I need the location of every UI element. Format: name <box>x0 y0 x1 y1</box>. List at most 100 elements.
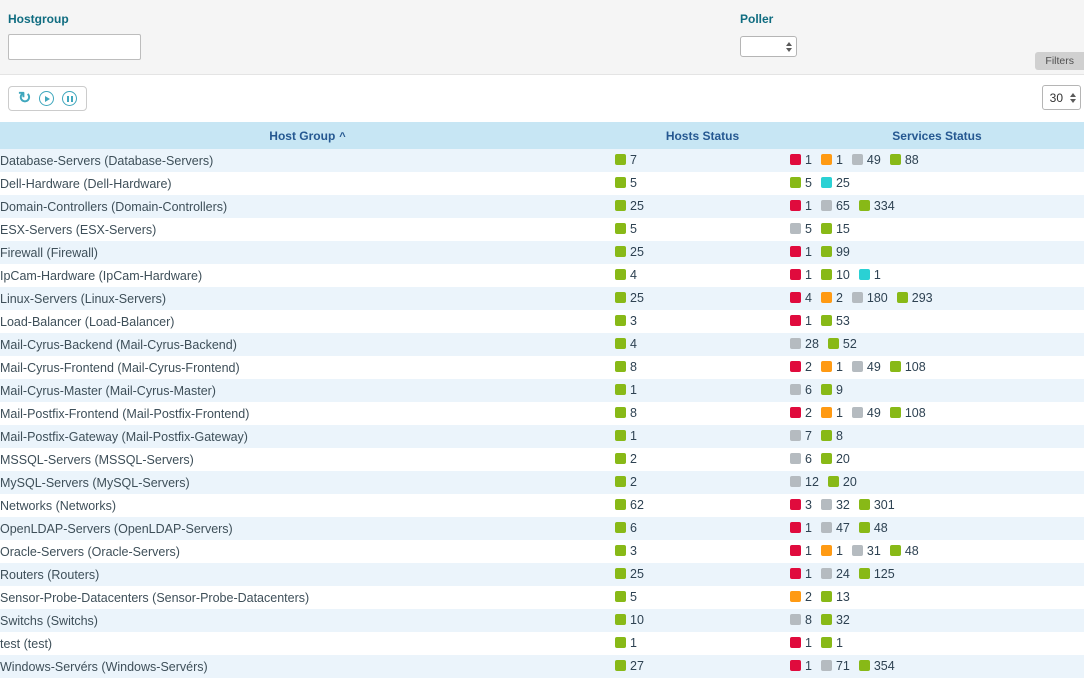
hostgroup-name[interactable]: Mail-Cyrus-Frontend (Mail-Cyrus-Frontend… <box>0 361 240 375</box>
status-badge-red[interactable]: 1 <box>790 567 812 581</box>
status-badge-green[interactable]: 125 <box>859 567 895 581</box>
filters-toggle-button[interactable]: Filters <box>1035 52 1084 70</box>
status-badge-gray[interactable]: 6 <box>790 383 812 397</box>
refresh-button[interactable]: ↻ <box>18 92 31 106</box>
status-badge-green[interactable]: 62 <box>615 498 644 512</box>
status-badge-green[interactable]: 4 <box>615 268 637 282</box>
status-badge-gray[interactable]: 7 <box>790 429 812 443</box>
status-badge-green[interactable]: 52 <box>828 337 857 351</box>
status-badge-green[interactable]: 7 <box>615 153 637 167</box>
status-badge-green[interactable]: 53 <box>821 314 850 328</box>
status-badge-green[interactable]: 99 <box>821 245 850 259</box>
status-badge-green[interactable]: 10 <box>821 268 850 282</box>
status-badge-green[interactable]: 2 <box>615 475 637 489</box>
hostgroup-name[interactable]: Firewall (Firewall) <box>0 246 98 260</box>
page-size-select[interactable]: 30 <box>1042 85 1081 110</box>
status-badge-gray[interactable]: 71 <box>821 659 850 673</box>
status-badge-green[interactable]: 5 <box>615 176 637 190</box>
status-badge-red[interactable]: 2 <box>790 406 812 420</box>
status-badge-green[interactable]: 5 <box>615 222 637 236</box>
status-badge-green[interactable]: 4 <box>615 337 637 351</box>
status-badge-orange[interactable]: 1 <box>821 544 843 558</box>
status-badge-green[interactable]: 20 <box>821 452 850 466</box>
hostgroup-name[interactable]: Networks (Networks) <box>0 499 116 513</box>
status-badge-green[interactable]: 25 <box>615 291 644 305</box>
status-badge-green[interactable]: 8 <box>615 406 637 420</box>
hostgroup-name[interactable]: test (test) <box>0 637 52 651</box>
status-badge-gray[interactable]: 12 <box>790 475 819 489</box>
status-badge-green[interactable]: 108 <box>890 360 926 374</box>
status-badge-red[interactable]: 1 <box>790 659 812 673</box>
status-badge-cyan[interactable]: 25 <box>821 176 850 190</box>
status-badge-green[interactable]: 10 <box>615 613 644 627</box>
status-badge-red[interactable]: 1 <box>790 314 812 328</box>
status-badge-orange[interactable]: 2 <box>790 590 812 604</box>
status-badge-green[interactable]: 354 <box>859 659 895 673</box>
status-badge-green[interactable]: 25 <box>615 199 644 213</box>
status-badge-green[interactable]: 15 <box>821 222 850 236</box>
hostgroup-name[interactable]: IpCam-Hardware (IpCam-Hardware) <box>0 269 202 283</box>
status-badge-green[interactable]: 1 <box>821 636 843 650</box>
status-badge-cyan[interactable]: 1 <box>859 268 881 282</box>
hostgroup-name[interactable]: MSSQL-Servers (MSSQL-Servers) <box>0 453 194 467</box>
status-badge-gray[interactable]: 49 <box>852 406 881 420</box>
hostgroup-name[interactable]: Domain-Controllers (Domain-Controllers) <box>0 200 227 214</box>
hostgroup-name[interactable]: Windows-Servérs (Windows-Servérs) <box>0 660 208 674</box>
status-badge-green[interactable]: 8 <box>821 429 843 443</box>
status-badge-red[interactable]: 1 <box>790 268 812 282</box>
status-badge-green[interactable]: 27 <box>615 659 644 673</box>
status-badge-green[interactable]: 301 <box>859 498 895 512</box>
status-badge-green[interactable]: 25 <box>615 567 644 581</box>
status-badge-green[interactable]: 8 <box>615 360 637 374</box>
hostgroup-name[interactable]: MySQL-Servers (MySQL-Servers) <box>0 476 190 490</box>
status-badge-red[interactable]: 4 <box>790 291 812 305</box>
status-badge-green[interactable]: 48 <box>890 544 919 558</box>
status-badge-gray[interactable]: 49 <box>852 153 881 167</box>
hostgroup-input[interactable] <box>8 34 141 60</box>
hostgroup-name[interactable]: Switchs (Switchs) <box>0 614 98 628</box>
hostgroup-name[interactable]: Sensor-Probe-Datacenters (Sensor-Probe-D… <box>0 591 309 605</box>
status-badge-green[interactable]: 1 <box>615 429 637 443</box>
status-badge-green[interactable]: 108 <box>890 406 926 420</box>
hostgroup-name[interactable]: Load-Balancer (Load-Balancer) <box>0 315 174 329</box>
status-badge-green[interactable]: 5 <box>615 590 637 604</box>
poller-select[interactable] <box>740 36 797 57</box>
status-badge-red[interactable]: 3 <box>790 498 812 512</box>
status-badge-red[interactable]: 1 <box>790 521 812 535</box>
header-hosts-status[interactable]: Hosts Status <box>615 122 790 149</box>
status-badge-orange[interactable]: 1 <box>821 153 843 167</box>
status-badge-green[interactable]: 32 <box>821 613 850 627</box>
status-badge-orange[interactable]: 1 <box>821 406 843 420</box>
status-badge-green[interactable]: 1 <box>615 383 637 397</box>
hostgroup-name[interactable]: Mail-Cyrus-Master (Mail-Cyrus-Master) <box>0 384 216 398</box>
status-badge-gray[interactable]: 5 <box>790 222 812 236</box>
status-badge-green[interactable]: 9 <box>821 383 843 397</box>
pause-button[interactable] <box>62 91 77 106</box>
hostgroup-name[interactable]: Linux-Servers (Linux-Servers) <box>0 292 166 306</box>
status-badge-red[interactable]: 1 <box>790 153 812 167</box>
status-badge-green[interactable]: 2 <box>615 452 637 466</box>
hostgroup-name[interactable]: Database-Servers (Database-Servers) <box>0 154 213 168</box>
status-badge-gray[interactable]: 32 <box>821 498 850 512</box>
status-badge-green[interactable]: 1 <box>615 636 637 650</box>
status-badge-red[interactable]: 2 <box>790 360 812 374</box>
status-badge-green[interactable]: 13 <box>821 590 850 604</box>
status-badge-orange[interactable]: 2 <box>821 291 843 305</box>
hostgroup-name[interactable]: Mail-Postfix-Frontend (Mail-Postfix-Fron… <box>0 407 249 421</box>
status-badge-green[interactable]: 20 <box>828 475 857 489</box>
hostgroup-name[interactable]: Mail-Cyrus-Backend (Mail-Cyrus-Backend) <box>0 338 237 352</box>
hostgroup-name[interactable]: OpenLDAP-Servers (OpenLDAP-Servers) <box>0 522 233 536</box>
status-badge-green[interactable]: 5 <box>790 176 812 190</box>
header-host-group[interactable]: Host Group^ <box>0 122 615 149</box>
status-badge-red[interactable]: 1 <box>790 544 812 558</box>
header-services-status[interactable]: Services Status <box>790 122 1084 149</box>
status-badge-red[interactable]: 1 <box>790 245 812 259</box>
status-badge-green[interactable]: 6 <box>615 521 637 535</box>
hostgroup-name[interactable]: ESX-Servers (ESX-Servers) <box>0 223 156 237</box>
status-badge-orange[interactable]: 1 <box>821 360 843 374</box>
status-badge-green[interactable]: 3 <box>615 544 637 558</box>
status-badge-gray[interactable]: 65 <box>821 199 850 213</box>
status-badge-green[interactable]: 3 <box>615 314 637 328</box>
status-badge-gray[interactable]: 28 <box>790 337 819 351</box>
status-badge-gray[interactable]: 180 <box>852 291 888 305</box>
